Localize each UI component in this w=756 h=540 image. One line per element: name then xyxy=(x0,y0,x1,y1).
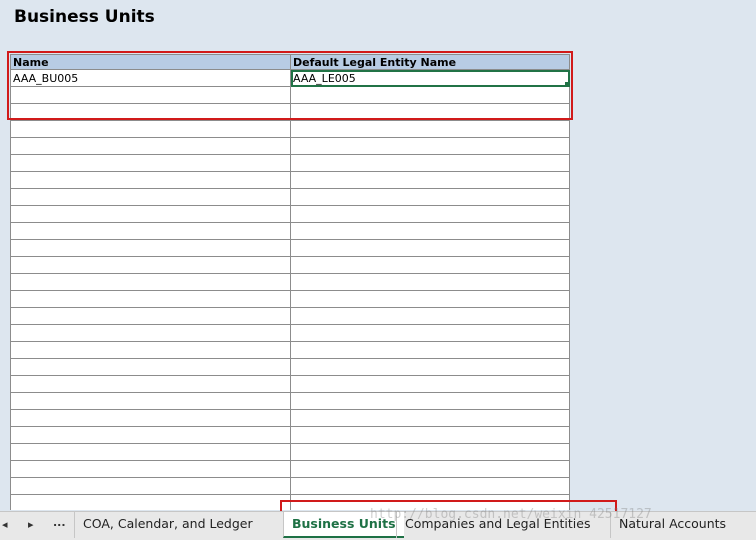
tab-coa-calendar-ledger[interactable]: COA, Calendar, and Ledger xyxy=(74,512,261,538)
table-row xyxy=(10,341,570,359)
cell-default-legal-entity-name[interactable] xyxy=(290,290,570,308)
cell-default-legal-entity-name[interactable] xyxy=(290,273,570,291)
cell-name[interactable] xyxy=(10,273,291,291)
table-row xyxy=(10,205,570,223)
cell-name[interactable] xyxy=(10,120,291,138)
table-row xyxy=(10,460,570,478)
cell-default-legal-entity-name[interactable] xyxy=(290,409,570,427)
table-row xyxy=(10,494,570,510)
table-row xyxy=(10,375,570,393)
previous-sheet-icon[interactable]: ◂ xyxy=(2,518,8,531)
data-table: Name Default Legal Entity Name AAA_BU005… xyxy=(10,54,570,510)
cell-default-legal-entity-name[interactable] xyxy=(290,205,570,223)
cell-name[interactable] xyxy=(10,256,291,274)
cell-default-legal-entity-name[interactable] xyxy=(290,171,570,189)
header-row: Name Default Legal Entity Name xyxy=(10,54,570,70)
cell-name[interactable] xyxy=(10,375,291,393)
table-row xyxy=(10,137,570,155)
cell-default-legal-entity-name[interactable] xyxy=(290,103,570,121)
cell-name[interactable] xyxy=(10,222,291,240)
cell-default-legal-entity-name[interactable] xyxy=(290,443,570,461)
spreadsheet-grid[interactable]: Name Default Legal Entity Name AAA_BU005… xyxy=(10,54,570,510)
cell-name[interactable] xyxy=(10,290,291,308)
table-row xyxy=(10,409,570,427)
table-row: AAA_BU005 AAA_LE005 xyxy=(10,69,570,87)
cell-name[interactable] xyxy=(10,188,291,206)
cell-default-legal-entity-name[interactable]: AAA_LE005 xyxy=(290,69,570,87)
cell-default-legal-entity-name[interactable] xyxy=(290,120,570,138)
cell-default-legal-entity-name[interactable] xyxy=(290,222,570,240)
cell-name[interactable] xyxy=(10,392,291,410)
tab-natural-accounts[interactable]: Natural Accounts xyxy=(610,512,734,538)
cell-name[interactable] xyxy=(10,409,291,427)
table-row xyxy=(10,273,570,291)
cell-default-legal-entity-name[interactable] xyxy=(290,375,570,393)
cell-name[interactable] xyxy=(10,86,291,104)
cell-default-legal-entity-name[interactable] xyxy=(290,137,570,155)
cell-default-legal-entity-name[interactable] xyxy=(290,460,570,478)
table-row xyxy=(10,154,570,172)
table-row xyxy=(10,358,570,376)
table-row xyxy=(10,103,570,121)
cell-default-legal-entity-name[interactable] xyxy=(290,307,570,325)
table-row xyxy=(10,392,570,410)
table-row xyxy=(10,171,570,189)
cell-name[interactable] xyxy=(10,426,291,444)
cell-name[interactable] xyxy=(10,341,291,359)
tab-business-units[interactable]: Business Units xyxy=(283,512,404,538)
cell-default-legal-entity-name[interactable] xyxy=(290,358,570,376)
fill-handle[interactable] xyxy=(565,82,569,86)
cell-name[interactable] xyxy=(10,494,291,510)
sheet-tab-bar: ◂ ▸ ... COA, Calendar, and Ledger Busine… xyxy=(0,511,756,540)
cell-name[interactable] xyxy=(10,205,291,223)
cell-name[interactable] xyxy=(10,171,291,189)
cell-default-legal-entity-name[interactable] xyxy=(290,494,570,510)
cell-default-legal-entity-name[interactable] xyxy=(290,86,570,104)
table-row xyxy=(10,443,570,461)
table-row xyxy=(10,477,570,495)
table-row xyxy=(10,256,570,274)
cell-default-legal-entity-name[interactable] xyxy=(290,341,570,359)
table-row xyxy=(10,324,570,342)
cell-name[interactable]: AAA_BU005 xyxy=(10,69,291,87)
column-header-default-legal-entity[interactable]: Default Legal Entity Name xyxy=(290,54,570,70)
more-sheets-button[interactable]: ... xyxy=(53,516,66,529)
cell-name[interactable] xyxy=(10,358,291,376)
table-row xyxy=(10,86,570,104)
table-row xyxy=(10,120,570,138)
cell-name[interactable] xyxy=(10,460,291,478)
table-row xyxy=(10,188,570,206)
tab-companies-legal-entities[interactable]: Companies and Legal Entities xyxy=(396,512,598,538)
cell-default-legal-entity-name[interactable] xyxy=(290,154,570,172)
cell-name[interactable] xyxy=(10,154,291,172)
table-row xyxy=(10,290,570,308)
cell-name[interactable] xyxy=(10,324,291,342)
cell-default-legal-entity-name[interactable] xyxy=(290,426,570,444)
cell-name[interactable] xyxy=(10,477,291,495)
cell-default-legal-entity-name[interactable] xyxy=(290,239,570,257)
cell-value: AAA_LE005 xyxy=(293,71,356,85)
cell-name[interactable] xyxy=(10,307,291,325)
cell-default-legal-entity-name[interactable] xyxy=(290,188,570,206)
column-header-name[interactable]: Name xyxy=(10,54,291,70)
next-sheet-icon[interactable]: ▸ xyxy=(28,518,34,531)
cell-name[interactable] xyxy=(10,137,291,155)
table-row xyxy=(10,307,570,325)
cell-name[interactable] xyxy=(10,239,291,257)
sheet-title: Business Units xyxy=(14,7,155,27)
cell-default-legal-entity-name[interactable] xyxy=(290,256,570,274)
cell-default-legal-entity-name[interactable] xyxy=(290,324,570,342)
cell-default-legal-entity-name[interactable] xyxy=(290,477,570,495)
table-row xyxy=(10,222,570,240)
cell-default-legal-entity-name[interactable] xyxy=(290,392,570,410)
table-row xyxy=(10,239,570,257)
cell-name[interactable] xyxy=(10,443,291,461)
table-row xyxy=(10,426,570,444)
cell-name[interactable] xyxy=(10,103,291,121)
